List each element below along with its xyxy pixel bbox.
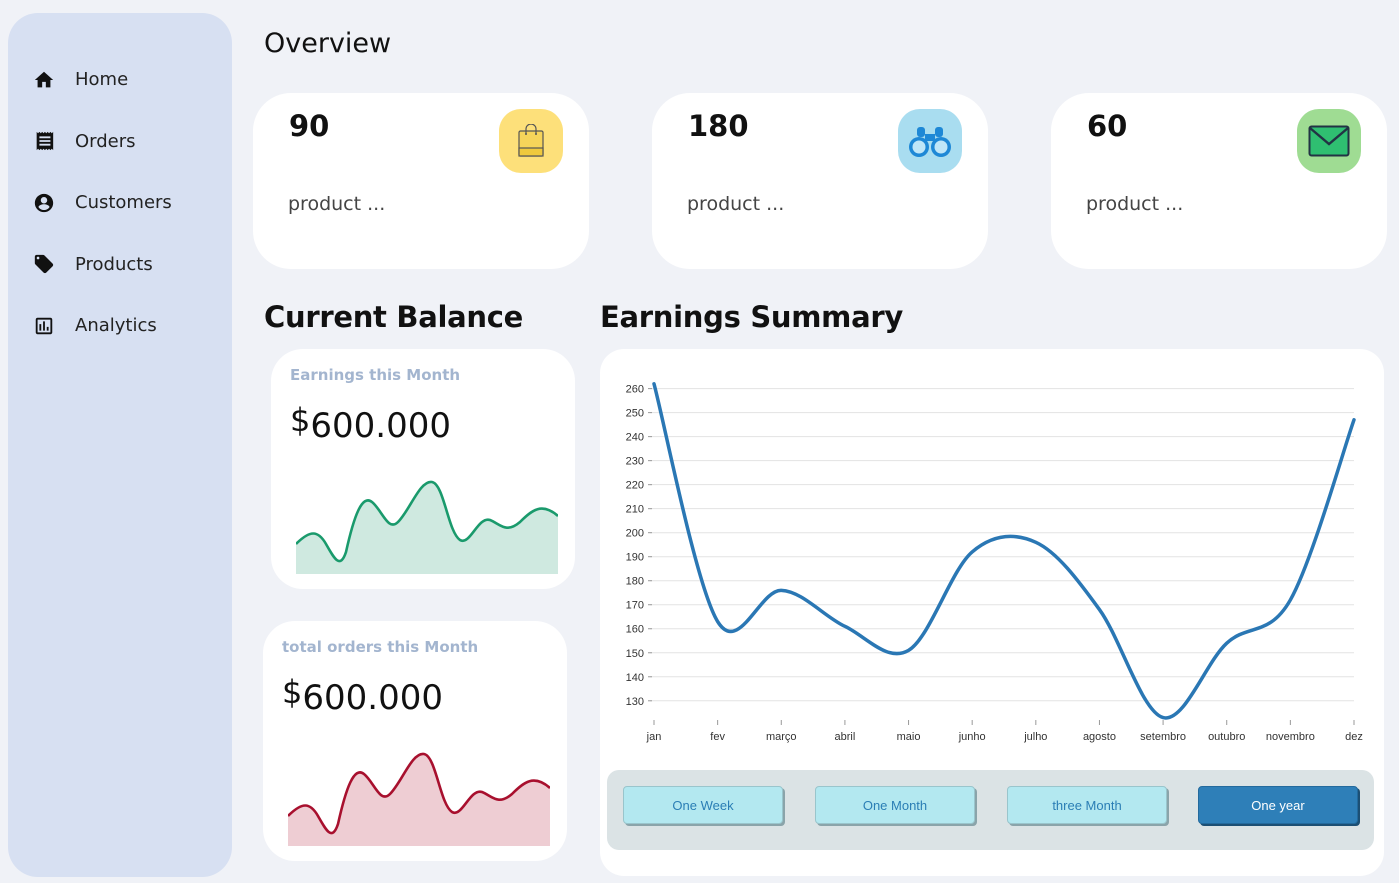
y-tick-label: 140 xyxy=(626,672,644,684)
stat-value: 60 xyxy=(1087,109,1128,143)
mail-icon xyxy=(1297,109,1361,173)
stat-label: product ... xyxy=(687,193,785,215)
sidebar-item-products[interactable]: Products xyxy=(8,234,232,296)
range-button-three-month[interactable]: three Month xyxy=(1007,786,1167,824)
sidebar-item-label: Orders xyxy=(75,130,136,152)
home-icon xyxy=(32,68,56,92)
y-tick-label: 200 xyxy=(626,528,644,540)
x-tick-label: agosto xyxy=(1083,731,1116,743)
earnings-amount: $600.000 xyxy=(290,401,451,446)
sidebar-item-orders[interactable]: Orders xyxy=(8,111,232,173)
x-tick-label: jan xyxy=(646,731,662,743)
y-tick-label: 240 xyxy=(626,432,644,444)
sidebar-item-analytics[interactable]: Analytics xyxy=(8,295,232,357)
y-tick-label: 190 xyxy=(626,552,644,564)
y-tick-label: 180 xyxy=(626,576,644,588)
currency-symbol: $ xyxy=(282,673,303,711)
sidebar-item-label: Products xyxy=(75,253,153,275)
y-tick-label: 250 xyxy=(626,408,644,420)
account-circle-icon xyxy=(32,191,56,215)
earnings-chart-card: 130 140 150 160 170 180 190 200 210 220 230 240 250 2… xyxy=(600,349,1384,876)
earnings-card: Earnings this Month $600.000 xyxy=(271,349,575,589)
stat-label: product ... xyxy=(288,193,386,215)
range-selector: One Week One Month three Month One year xyxy=(607,770,1374,850)
binoculars-icon xyxy=(898,109,962,173)
orders-caption: total orders this Month xyxy=(282,638,479,656)
sidebar-item-label: Customers xyxy=(75,192,172,214)
y-tick-label: 210 xyxy=(626,504,644,516)
tag-icon xyxy=(32,252,56,276)
x-tick-label: setembro xyxy=(1140,731,1186,743)
series-line xyxy=(652,382,1356,720)
x-tick-label: maio xyxy=(897,731,921,743)
y-tick-label: 220 xyxy=(626,480,644,492)
x-tick-label: junho xyxy=(958,731,986,743)
x-tick-label: abril xyxy=(835,731,856,743)
y-tick-label: 160 xyxy=(626,624,644,636)
y-tick-label: 150 xyxy=(626,648,644,660)
sidebar-item-label: Analytics xyxy=(75,315,157,337)
range-button-one-month[interactable]: One Month xyxy=(815,786,975,824)
sidebar: Home Orders Customers Products Analytics xyxy=(8,13,232,877)
orders-amount: $600.000 xyxy=(282,673,443,718)
y-tick-label: 170 xyxy=(626,600,644,612)
range-button-one-week[interactable]: One Week xyxy=(623,786,783,824)
stat-card: 180 product ... xyxy=(652,93,988,269)
stat-value: 90 xyxy=(289,109,330,143)
earnings-caption: Earnings this Month xyxy=(290,366,461,384)
amount-value: 600.000 xyxy=(310,406,451,446)
orders-sparkline xyxy=(288,752,550,846)
sidebar-item-label: Home xyxy=(75,69,129,91)
earnings-summary-title: Earnings Summary xyxy=(600,300,903,334)
page-title: Overview xyxy=(264,28,392,59)
stat-card: 60 product ... xyxy=(1051,93,1387,269)
bar-chart-icon xyxy=(32,314,56,338)
range-button-one-year[interactable]: One year xyxy=(1198,786,1358,824)
x-tick-label: março xyxy=(766,731,797,743)
currency-symbol: $ xyxy=(290,401,311,439)
current-balance-title: Current Balance xyxy=(264,300,523,334)
x-tick-label: fev xyxy=(710,731,725,743)
x-tick-label: julho xyxy=(1023,731,1047,743)
amount-value: 600.000 xyxy=(302,678,443,718)
x-tick-label: outubro xyxy=(1208,731,1245,743)
sidebar-item-home[interactable]: Home xyxy=(8,49,232,111)
shopping-bag-icon xyxy=(499,109,563,173)
stat-card: 90 product ... xyxy=(253,93,589,269)
stat-label: product ... xyxy=(1086,193,1184,215)
y-tick-label: 130 xyxy=(626,696,644,708)
stat-value: 180 xyxy=(688,109,749,143)
receipt-icon xyxy=(32,129,56,153)
earnings-sparkline xyxy=(296,480,558,574)
x-tick-label: dez xyxy=(1345,731,1363,743)
y-tick-label: 260 xyxy=(626,384,644,396)
orders-card: total orders this Month $600.000 xyxy=(263,621,567,861)
earnings-chart: 130 140 150 160 170 180 190 200 210 220 230 240 250 2… xyxy=(626,382,1363,743)
x-tick-label: novembro xyxy=(1266,731,1315,743)
sidebar-item-customers[interactable]: Customers xyxy=(8,172,232,234)
y-tick-label: 230 xyxy=(626,456,644,468)
